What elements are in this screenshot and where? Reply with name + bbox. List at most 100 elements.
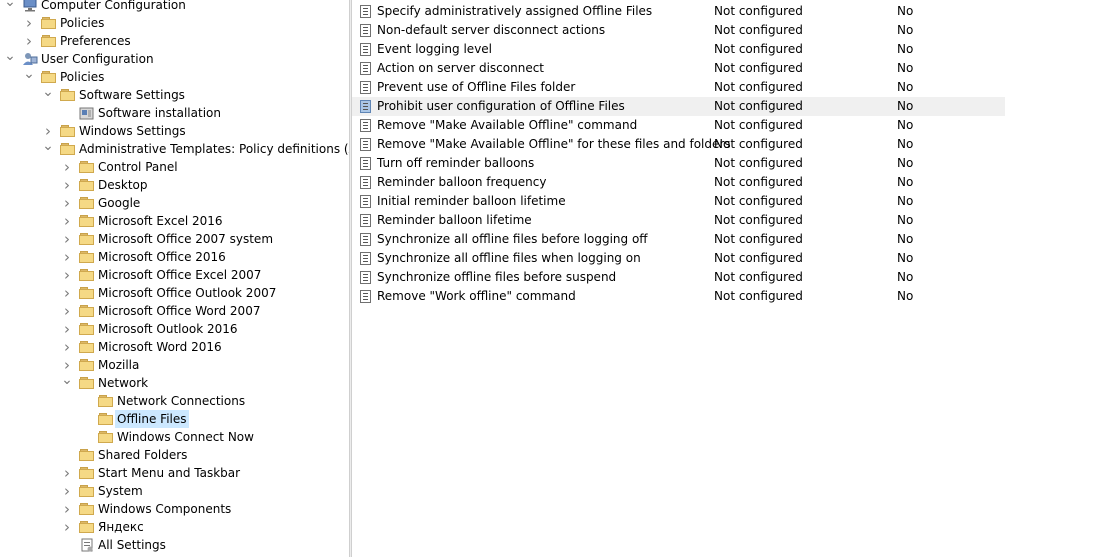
policy-row[interactable]: Event logging level Not configured No: [352, 40, 1005, 59]
chevron-right-icon[interactable]: ›: [60, 194, 74, 212]
tree-item[interactable]: › Start Menu and Taskbar: [0, 464, 349, 482]
tree-item[interactable]: › Google: [0, 194, 349, 212]
policy-row[interactable]: Synchronize all offline files before log…: [352, 230, 1005, 249]
tree-item[interactable]: Offline Files: [0, 410, 349, 428]
tree-item-label: Policies: [60, 70, 105, 84]
tree-item[interactable]: ⌄ Software Settings: [0, 85, 349, 104]
chevron-right-icon[interactable]: ›: [60, 158, 74, 176]
tree-item-label: Microsoft Office Word 2007: [98, 304, 261, 318]
policy-name: Remove "Make Available Offline" for thes…: [377, 137, 731, 151]
policy-list: Specify administratively assigned Offlin…: [352, 0, 1119, 557]
tree-item[interactable]: › System: [0, 482, 349, 500]
tree-item[interactable]: › Mozilla: [0, 356, 349, 374]
policy-row[interactable]: Remove "Make Available Offline" for thes…: [352, 135, 1005, 154]
policy-setting-icon: [360, 81, 371, 94]
tree-item[interactable]: › Microsoft Office Outlook 2007: [0, 284, 349, 302]
chevron-right-icon[interactable]: ›: [60, 464, 74, 482]
policy-comment: No: [897, 4, 914, 18]
policy-row[interactable]: Non-default server disconnect actions Not…: [352, 21, 1005, 40]
policy-state: Not configured: [714, 194, 803, 208]
tree-item-label: Microsoft Outlook 2016: [98, 322, 238, 336]
policy-comment: No: [897, 118, 914, 132]
policy-row[interactable]: Initial reminder balloon lifetime Not con…: [352, 192, 1005, 211]
chevron-right-icon[interactable]: ›: [60, 284, 74, 302]
computer-icon: [22, 0, 38, 12]
tree-item[interactable]: All Settings: [0, 536, 349, 554]
policy-name: Action on server disconnect: [377, 61, 544, 75]
folder-icon: [60, 124, 76, 138]
chevron-down-icon[interactable]: ⌄: [22, 67, 36, 86]
chevron-right-icon[interactable]: ›: [60, 482, 74, 500]
tree-item[interactable]: › Preferences: [0, 32, 349, 50]
policy-state: Not configured: [714, 4, 803, 18]
chevron-down-icon[interactable]: ⌄: [41, 85, 55, 104]
folder-icon: [79, 286, 95, 300]
tree-item-label: All Settings: [98, 538, 166, 552]
tree-item[interactable]: ⌄ Administrative Templates: Policy defini…: [0, 139, 349, 158]
tree-item-label: Windows Components: [98, 502, 232, 516]
tree-item[interactable]: › Policies: [0, 14, 349, 32]
tree-item[interactable]: › Microsoft Excel 2016: [0, 212, 349, 230]
tree-item[interactable]: › Control Panel: [0, 158, 349, 176]
chevron-down-icon[interactable]: ⌄: [3, 49, 17, 68]
policy-row[interactable]: Synchronize all offline files when loggi…: [352, 249, 1005, 268]
tree-item-label: Computer Configuration: [41, 0, 186, 12]
policy-row[interactable]: Remove "Work offline" command Not configu…: [352, 287, 1005, 306]
chevron-down-icon[interactable]: ⌄: [60, 373, 74, 392]
tree-item-label: Microsoft Office 2007 system: [98, 232, 274, 246]
tree-item[interactable]: › Microsoft Office Excel 2007: [0, 266, 349, 284]
policy-row[interactable]: Specify administratively assigned Offlin…: [352, 2, 1005, 21]
tree-item[interactable]: › Microsoft Office Word 2007: [0, 302, 349, 320]
chevron-right-icon[interactable]: ›: [60, 266, 74, 284]
chevron-right-icon[interactable]: ›: [22, 14, 36, 32]
tree-item[interactable]: › Microsoft Outlook 2016: [0, 320, 349, 338]
policy-row[interactable]: Reminder balloon frequency Not configured…: [352, 173, 1005, 192]
policy-setting-icon: [360, 43, 371, 56]
policy-row[interactable]: Reminder balloon lifetime Not configured N…: [352, 211, 1005, 230]
policy-name: Event logging level: [377, 42, 493, 56]
all-settings-icon: [79, 538, 95, 552]
policy-comment: No: [897, 232, 914, 246]
policy-row[interactable]: Prohibit user configuration of Offline F…: [352, 97, 1005, 116]
chevron-right-icon[interactable]: ›: [60, 320, 74, 338]
tree-item[interactable]: › Microsoft Office 2016: [0, 248, 349, 266]
policy-name: Specify administratively assigned Offlin…: [377, 4, 653, 18]
policy-row[interactable]: Action on server disconnect Not configure…: [352, 59, 1005, 78]
tree-item[interactable]: ⌄ Computer Configuration: [0, 0, 349, 14]
tree-item[interactable]: › Яндекс: [0, 518, 349, 536]
chevron-right-icon[interactable]: ›: [60, 230, 74, 248]
chevron-right-icon[interactable]: ›: [60, 518, 74, 536]
chevron-right-icon[interactable]: ›: [60, 212, 74, 230]
chevron-right-icon[interactable]: ›: [60, 176, 74, 194]
tree-item[interactable]: › Windows Components: [0, 500, 349, 518]
chevron-right-icon[interactable]: ›: [60, 302, 74, 320]
tree-item[interactable]: › Desktop: [0, 176, 349, 194]
tree-item-label: Software Settings: [79, 88, 185, 102]
tree-item-label: Network: [98, 376, 149, 390]
policy-row[interactable]: Turn off reminder balloons Not configured…: [352, 154, 1005, 173]
policy-row[interactable]: Synchronize offline files before suspend…: [352, 268, 1005, 287]
tree-item[interactable]: › Microsoft Office 2007 system: [0, 230, 349, 248]
policy-row[interactable]: Prevent use of Offline Files folder Not c…: [352, 78, 1005, 97]
folder-icon: [79, 250, 95, 264]
chevron-down-icon[interactable]: ⌄: [3, 0, 17, 14]
tree-item[interactable]: Software installation: [0, 104, 349, 122]
tree-item[interactable]: › Microsoft Word 2016: [0, 338, 349, 356]
chevron-down-icon[interactable]: ⌄: [41, 139, 55, 158]
chevron-right-icon[interactable]: ›: [60, 338, 74, 356]
navigation-tree[interactable]: ⌄ Computer Configuration › Policies › Prefere…: [0, 0, 349, 557]
chevron-right-icon[interactable]: ›: [22, 32, 36, 50]
chevron-right-icon[interactable]: ›: [60, 500, 74, 518]
folder-icon: [79, 322, 95, 336]
policy-name: Prohibit user configuration of Offline F…: [377, 99, 625, 113]
tree-item-label: Policies: [60, 16, 105, 30]
tree-item[interactable]: ⌄ Network: [0, 373, 349, 392]
tree-item[interactable]: Windows Connect Now: [0, 428, 349, 446]
policy-setting-icon: [360, 5, 371, 18]
tree-item[interactable]: Network Connections: [0, 392, 349, 410]
policy-row[interactable]: Remove "Make Available Offline" command N…: [352, 116, 1005, 135]
chevron-right-icon[interactable]: ›: [60, 248, 74, 266]
policy-comment: No: [897, 213, 914, 227]
tree-item[interactable]: ⌄ User Configuration: [0, 49, 349, 68]
tree-item[interactable]: Shared Folders: [0, 446, 349, 464]
